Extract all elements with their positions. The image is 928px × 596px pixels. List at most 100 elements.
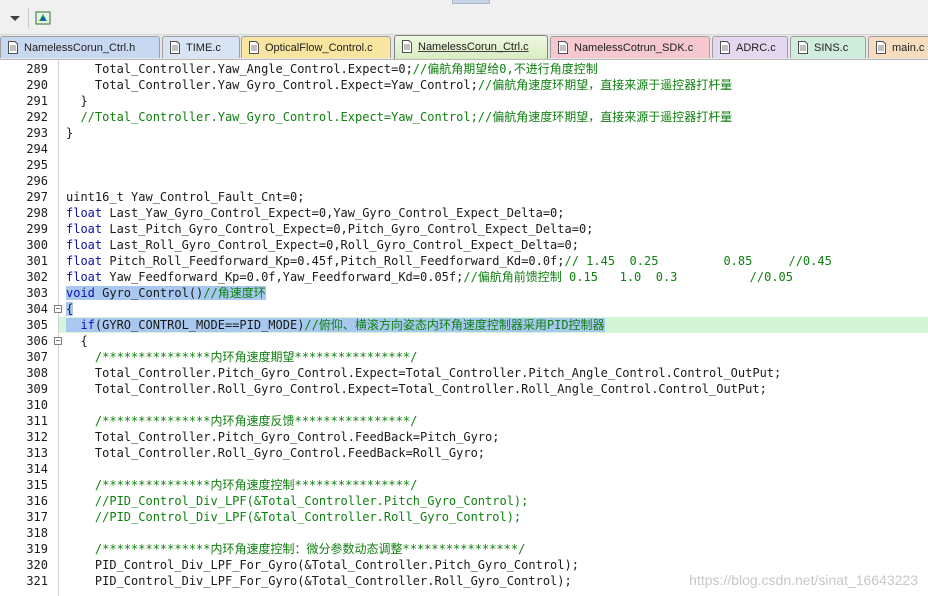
tab-label: SINS.c	[814, 42, 849, 54]
tab-opticalflow-control-c[interactable]: OpticalFlow_Control.c	[241, 36, 391, 58]
line-text: Total_Controller.Yaw_Gyro_Control.Expect…	[66, 78, 732, 92]
code-line[interactable]: /***************内环角速度反馈****************/	[66, 413, 417, 429]
file-icon	[170, 41, 180, 54]
line-text: float Pitch_Roll_Feedforward_Kp=0.45f,Pi…	[66, 254, 832, 268]
tab-namelesscotrun-sdk-c[interactable]: NamelessCotrun_SDK.c	[550, 36, 710, 58]
code-comment: //角速度环	[203, 286, 266, 300]
file-icon	[249, 41, 259, 54]
code-text: }	[80, 94, 88, 108]
tab-namelesscorun-ctrl-c[interactable]: NamelessCorun_Ctrl.c	[394, 35, 548, 59]
line-text: }	[66, 94, 88, 108]
file-icon	[798, 41, 808, 54]
tab-time-c[interactable]: TIME.c	[162, 36, 240, 58]
code-line[interactable]: //PID_Control_Div_LPF(&Total_Controller.…	[66, 509, 521, 525]
tab-label: NamelessCotrun_SDK.c	[574, 42, 694, 54]
code-line[interactable]: void Gyro_Control()//角速度环	[66, 285, 266, 301]
code-line[interactable]: float Last_Yaw_Gyro_Control_Expect=0,Yaw…	[66, 205, 565, 221]
code-comment: /***************内环角速度控制****************/	[94, 478, 418, 492]
tab-namelesscorun-ctrl-h[interactable]: NamelessCorun_Ctrl.h	[0, 36, 160, 58]
code-line[interactable]: //PID_Control_Div_LPF(&Total_Controller.…	[66, 493, 528, 509]
code-line[interactable]: PID_Control_Div_LPF_For_Gyro(&Total_Cont…	[66, 557, 579, 573]
file-icon	[402, 40, 412, 53]
code-line[interactable]: PID_Control_Div_LPF_For_Gyro(&Total_Cont…	[66, 573, 572, 589]
code-line[interactable]: Total_Controller.Yaw_Angle_Control.Expec…	[66, 61, 598, 77]
code-line[interactable]: Total_Controller.Roll_Gyro_Control.Expec…	[66, 381, 767, 397]
code-line[interactable]: //Total_Controller.Yaw_Gyro_Control.Expe…	[66, 109, 732, 125]
code-editor[interactable]: 289 290 291 292 293 294 295 296 297 298 299 300 301 3…	[0, 60, 928, 596]
line-text: Total_Controller.Pitch_Gyro_Control.Feed…	[66, 430, 500, 444]
keyword: float	[66, 238, 103, 252]
file-tab-bar: NamelessCorun_Ctrl.h TIME.c OpticalFlow_Co…	[0, 35, 928, 60]
line-text: Total_Controller.Roll_Gyro_Control.FeedB…	[66, 446, 485, 460]
line-text: float Last_Pitch_Gyro_Control_Expect=0,P…	[66, 222, 593, 236]
code-line[interactable]: float Last_Pitch_Gyro_Control_Expect=0,P…	[66, 221, 593, 237]
tab-label: TIME.c	[186, 42, 221, 54]
code-line[interactable]: {	[66, 301, 74, 317]
tab-main-c[interactable]: main.c	[868, 36, 928, 58]
code-area[interactable]: Total_Controller.Yaw_Angle_Control.Expec…	[0, 60, 928, 596]
code-line[interactable]: /***************内环角速度控制****************/	[66, 477, 417, 493]
code-text: Total_Controller.Yaw_Gyro_Control.Expect…	[94, 78, 478, 92]
code-text: PID_Control_Div_LPF_For_Gyro(&Total_Cont…	[94, 574, 572, 588]
code-line[interactable]: float Yaw_Feedforward_Kp=0.0f,Yaw_Feedfo…	[66, 269, 793, 285]
dropdown-icon[interactable]	[6, 9, 24, 27]
code-line[interactable]: /***************内环角速度期望****************/	[66, 349, 417, 365]
tab-sins-c[interactable]: SINS.c	[790, 36, 866, 58]
line-text: Total_Controller.Yaw_Angle_Control.Expec…	[66, 62, 598, 76]
tab-label: ADRC.c	[736, 42, 776, 54]
code-line[interactable]: Total_Controller.Yaw_Gyro_Control.Expect…	[66, 77, 732, 93]
code-line[interactable]: if(GYRO_CONTROL_MODE==PID_MODE)//俯仰、横滚方向…	[66, 317, 605, 333]
code-line[interactable]: Total_Controller.Pitch_Gyro_Control.Feed…	[66, 429, 500, 445]
code-text: Total_Controller.Roll_Gyro_Control.FeedB…	[94, 446, 486, 460]
code-text: Total_Controller.Pitch_Gyro_Control.Expe…	[94, 366, 782, 380]
line-text: /***************内环角速度反馈****************/	[66, 414, 417, 428]
selected-text: if(GYRO_CONTROL_MODE==PID_MODE)//俯仰、横滚方向…	[66, 318, 605, 332]
keyword: float	[66, 254, 103, 268]
code-line[interactable]: float Last_Roll_Gyro_Control_Expect=0,Ro…	[66, 237, 579, 253]
code-text: Total_Controller.Roll_Gyro_Control.Expec…	[94, 382, 767, 396]
code-line[interactable]: }	[66, 125, 73, 141]
build-icon[interactable]	[34, 9, 52, 27]
code-text: uint16_t Yaw_Control_Fault_Cnt=0;	[66, 190, 305, 204]
code-comment: // 1.45 0.25 0.85 //0.45	[564, 254, 832, 268]
code-text: (GYRO_CONTROL_MODE==PID_MODE)	[94, 318, 305, 332]
fold-toggle-icon[interactable]: −	[54, 305, 62, 313]
fold-toggle-icon[interactable]: −	[54, 337, 62, 345]
tab-label: NamelessCorun_Ctrl.h	[24, 42, 136, 54]
code-line[interactable]: Total_Controller.Pitch_Gyro_Control.Expe…	[66, 365, 781, 381]
toolbar-scroll-thumb[interactable]	[452, 0, 490, 4]
code-line[interactable]: {	[66, 333, 87, 349]
tab-label: OpticalFlow_Control.c	[265, 42, 373, 54]
line-text: PID_Control_Div_LPF_For_Gyro(&Total_Cont…	[66, 574, 572, 588]
code-line[interactable]: float Pitch_Roll_Feedforward_Kp=0.45f,Pi…	[66, 253, 832, 269]
keyword: void	[66, 286, 95, 300]
code-line[interactable]: uint16_t Yaw_Control_Fault_Cnt=0;	[66, 189, 304, 205]
line-text: uint16_t Yaw_Control_Fault_Cnt=0;	[66, 190, 304, 204]
tab-adrc-c[interactable]: ADRC.c	[712, 36, 788, 58]
code-comment: /***************内环角速度控制：微分参数动态调整********…	[94, 542, 526, 556]
code-line[interactable]: }	[66, 93, 88, 109]
keyword: float	[66, 270, 103, 284]
keyword: if	[80, 318, 95, 332]
line-text: float Last_Roll_Gyro_Control_Expect=0,Ro…	[66, 238, 579, 252]
code-comment: //偏航角前馈控制 0.15 1.0 0.3 //0.05	[463, 270, 793, 284]
line-text: /***************内环角速度期望****************/	[66, 350, 417, 364]
code-line[interactable]: /***************内环角速度控制：微分参数动态调整********…	[66, 541, 525, 557]
code-line[interactable]: Total_Controller.Roll_Gyro_Control.FeedB…	[66, 445, 485, 461]
line-text: //PID_Control_Div_LPF(&Total_Controller.…	[66, 510, 521, 524]
code-text: Total_Controller.Yaw_Angle_Control.Expec…	[94, 62, 413, 76]
line-text: Total_Controller.Roll_Gyro_Control.Expec…	[66, 382, 767, 396]
